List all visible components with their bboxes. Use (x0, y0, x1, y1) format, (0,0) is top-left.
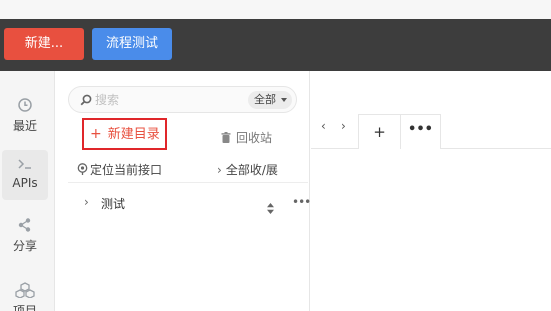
locate-current-label: 定位当前接口 (90, 163, 163, 177)
tree-folder-row[interactable]: › 测试 ••• (56, 189, 311, 218)
caret-down-icon (281, 98, 287, 102)
nav-item-recent[interactable]: 最近 (2, 91, 48, 141)
chevron-right-icon: › (217, 163, 222, 177)
flow-test-button[interactable]: 流程测试 (92, 28, 172, 60)
divider (68, 182, 308, 183)
nav-item-share[interactable]: 分享 (2, 211, 48, 261)
top-toolbar: 新建... 流程测试 (0, 19, 551, 71)
expand-collapse-label: 全部收/展 (225, 163, 278, 177)
search-icon (80, 94, 92, 106)
expand-collapse-all-button[interactable]: › 全部收/展 (217, 161, 278, 178)
recycle-bin-label: 回收站 (236, 131, 273, 145)
new-folder-label: 新建目录 (107, 127, 160, 142)
folder-more-icon[interactable]: ••• (292, 195, 311, 209)
cubes-icon (2, 282, 48, 300)
locate-pin-icon (77, 163, 88, 175)
tab-prev-icon[interactable]: ‹ (321, 119, 326, 133)
terminal-icon (2, 156, 48, 174)
new-folder-button[interactable]: + 新建目录 (82, 118, 167, 150)
tab-bar: ‹ › + ••• (311, 71, 551, 149)
search-input[interactable] (95, 90, 235, 109)
nav-label-project: 项目 (12, 304, 37, 311)
new-button[interactable]: 新建... (4, 28, 84, 60)
tab-more-button[interactable]: ••• (401, 114, 441, 149)
share-icon (2, 217, 48, 235)
add-tab-button[interactable]: + (358, 114, 401, 149)
search-box: 全部 (68, 86, 297, 113)
scope-label: 全部 (254, 93, 276, 106)
trash-icon (221, 132, 231, 143)
nav-label-share: 分享 (12, 239, 37, 253)
tab-next-icon[interactable]: › (341, 119, 346, 133)
recycle-bin-button[interactable]: 回收站 (221, 129, 272, 146)
plus-icon: + (90, 126, 102, 142)
window-top-strip (0, 0, 551, 19)
chevron-right-icon[interactable]: › (84, 195, 89, 209)
left-nav: 最近 APIs 分享 项目 (0, 71, 55, 311)
clock-icon (2, 97, 48, 115)
nav-item-apis[interactable]: APIs (2, 150, 48, 200)
scope-dropdown[interactable]: 全部 (248, 91, 292, 109)
sort-handle-icon[interactable] (267, 199, 274, 218)
nav-item-project[interactable]: 项目 (2, 276, 48, 311)
api-tree-panel: 全部 +新建目录 回收站 定位当前接口 ›全部收/展 › 测试 ••• (56, 71, 311, 311)
nav-label-recent: 最近 (12, 119, 37, 133)
locate-current-button[interactable]: 定位当前接口 (77, 161, 162, 178)
folder-name: 测试 (101, 197, 126, 211)
nav-label-apis: APIs (12, 176, 38, 190)
